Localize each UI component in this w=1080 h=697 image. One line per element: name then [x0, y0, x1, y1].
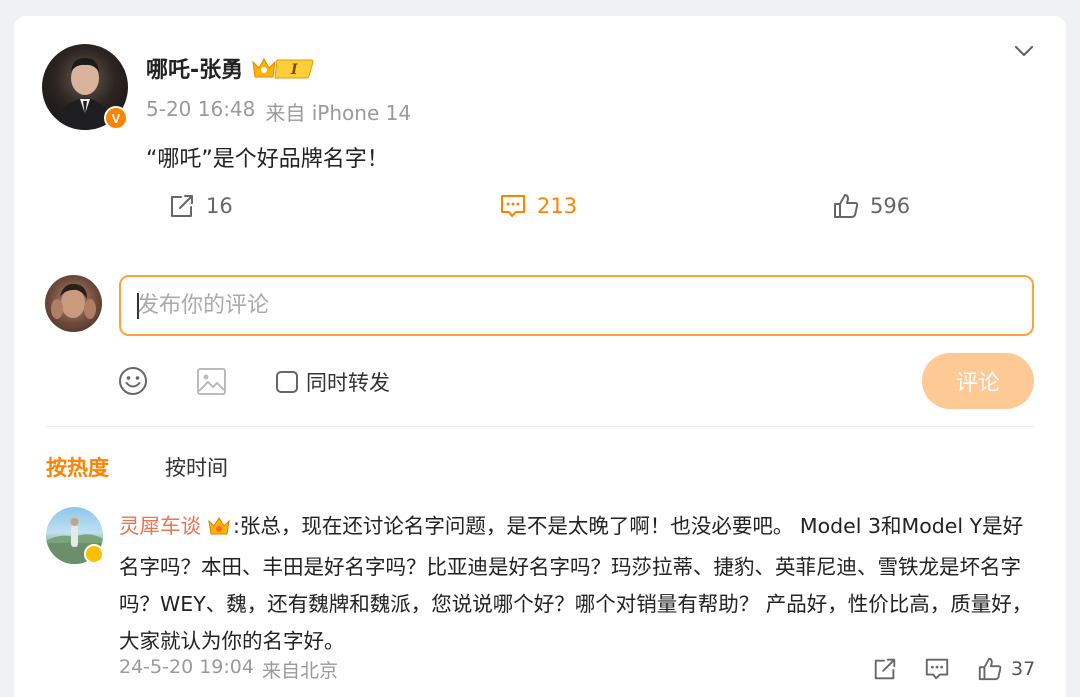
comment-button[interactable]: 213	[499, 192, 577, 220]
post-content: “哪吒”是个好品牌名字！	[146, 147, 389, 172]
comment-text: :张总，现在还讨论名字问题，是不是太晚了啊！也没必要吧。 Model 3和Mod…	[119, 514, 1033, 653]
repost-count: 16	[206, 194, 233, 218]
comment-source: 来自北京	[261, 660, 338, 682]
commenter-verified-badge-icon	[84, 544, 104, 564]
comment-reply-button[interactable]	[924, 656, 950, 686]
thumbs-up-icon	[834, 194, 859, 218]
text-cursor	[137, 293, 139, 319]
sort-by-hot-tab[interactable]: 按热度	[46, 452, 109, 482]
repost-toggle[interactable]: 同时转发	[276, 367, 390, 397]
post-author: 哪吒-张勇 I	[146, 52, 315, 84]
emoji-icon[interactable]	[118, 366, 148, 396]
comment-reply-icon	[925, 658, 949, 680]
comment-thumbs-up-icon	[978, 657, 1002, 681]
comment-icon	[501, 195, 525, 217]
post-meta: 5-20 16:48 来自 iPhone 14	[146, 97, 411, 126]
author-name[interactable]: 哪吒-张勇	[146, 52, 243, 84]
more-options-chevron-down-icon[interactable]	[1011, 38, 1037, 64]
verified-badge-icon: V	[104, 106, 128, 130]
post-source: 来自 iPhone 14	[265, 101, 412, 125]
vip-level: I	[290, 62, 298, 78]
comment-like-button[interactable]: 37	[977, 656, 1035, 682]
repost-button[interactable]: 16	[168, 192, 233, 220]
comment-meta: 24-5-20 19:04 来自北京	[119, 656, 338, 683]
comment-time: 24-5-20 19:04	[119, 656, 254, 678]
vip-crown-icon[interactable]: I	[251, 54, 315, 82]
current-user-avatar[interactable]	[45, 275, 102, 332]
repost-checkbox[interactable]	[276, 371, 298, 393]
divider	[46, 426, 1034, 427]
comment-like-count: 37	[1011, 658, 1036, 680]
sort-by-time-tab[interactable]: 按时间	[165, 452, 228, 482]
comment-input[interactable]	[119, 275, 1034, 336]
comment-body: 灵犀车谈:张总，现在还讨论名字问题，是不是太晚了啊！也没必要吧。 Model 3…	[119, 508, 1034, 660]
comment-repost-button[interactable]	[872, 656, 898, 686]
like-button[interactable]: 596	[832, 192, 910, 220]
commenter-vip-crown-icon[interactable]	[207, 512, 231, 549]
comment-username[interactable]: 灵犀车谈	[119, 514, 201, 538]
like-count: 596	[870, 194, 911, 218]
comment-count: 213	[537, 194, 578, 218]
submit-comment-button[interactable]: 评论	[922, 353, 1034, 409]
repost-label: 同时转发	[306, 371, 390, 395]
post-time[interactable]: 5-20 16:48	[146, 97, 255, 126]
post-actions: 16 213 596	[0, 192, 1080, 224]
repost-icon	[171, 195, 193, 217]
comment-repost-icon	[874, 658, 896, 680]
image-upload-icon[interactable]	[196, 367, 227, 396]
